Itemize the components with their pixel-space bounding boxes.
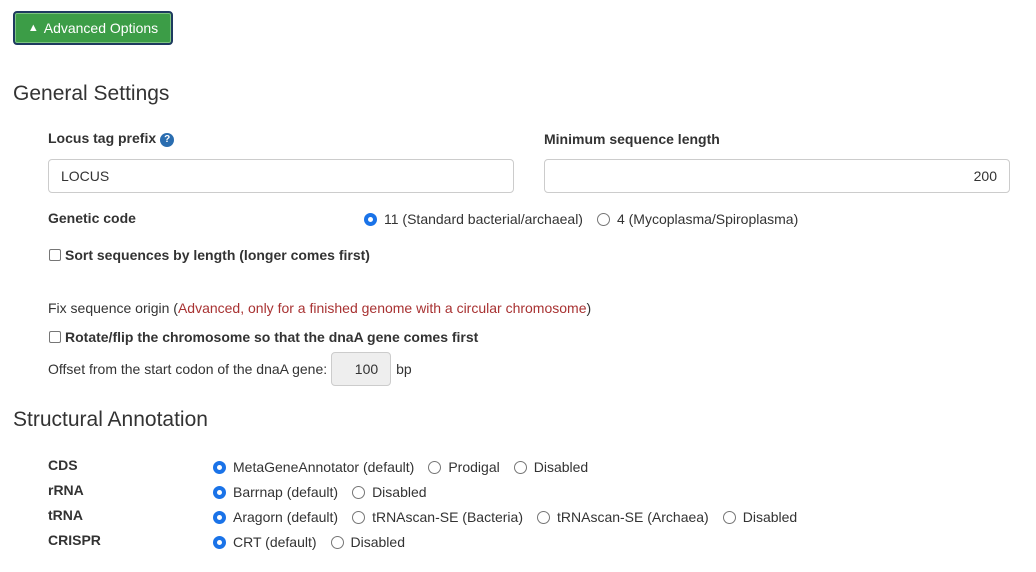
min-length-input[interactable] <box>544 159 1010 193</box>
cds-options: MetaGeneAnnotator (default) Prodigal Dis… <box>213 459 602 475</box>
radio-selected[interactable] <box>213 460 226 474</box>
genetic-code-label: Genetic code <box>48 210 136 226</box>
trna-option-trnascan-archaea-label: tRNAscan-SE (Archaea) <box>557 509 709 525</box>
genetic-code-options: 11 (Standard bacterial/archaeal) 4 (Myco… <box>364 211 812 227</box>
cds-option-prodigal-label: Prodigal <box>448 459 500 475</box>
trna-label: tRNA <box>48 507 83 523</box>
rotate-checkbox[interactable] <box>49 331 61 343</box>
locus-tag-label: Locus tag prefix <box>48 130 157 146</box>
rotate-row[interactable]: Rotate/flip the chromosome so that the d… <box>49 329 478 345</box>
rrna-option-barrnap-label: Barrnap (default) <box>233 484 339 500</box>
offset-row: Offset from the start codon of the dnaA … <box>48 352 412 386</box>
rrna-options: Barrnap (default) Disabled <box>213 484 441 500</box>
trna-option-trnascan-bacteria[interactable]: tRNAscan-SE (Bacteria) <box>352 509 523 525</box>
question-circle-icon[interactable]: ? <box>160 133 175 147</box>
rrna-option-disabled-label: Disabled <box>372 484 427 500</box>
genetic-code-option-4-label: 4 (Mycoplasma/Spiroplasma) <box>616 211 799 227</box>
rotate-label: Rotate/flip the chromosome so that the d… <box>65 329 479 345</box>
radio-unselected[interactable] <box>537 510 550 524</box>
trna-options: Aragorn (default) tRNAscan-SE (Bacteria)… <box>213 509 811 525</box>
locus-tag-input[interactable] <box>48 159 514 193</box>
radio-unselected[interactable] <box>513 460 527 474</box>
radio-unselected[interactable] <box>596 212 610 226</box>
trna-option-trnascan-bacteria-label: tRNAscan-SE (Bacteria) <box>372 509 523 525</box>
crispr-option-crt-label: CRT (default) <box>233 534 317 550</box>
radio-unselected[interactable] <box>352 485 366 499</box>
trna-option-aragorn[interactable]: Aragorn (default) <box>213 509 338 525</box>
radio-selected[interactable] <box>213 510 226 524</box>
locus-tag-label-group: Locus tag prefix? <box>48 130 175 147</box>
general-settings-heading: General Settings <box>13 82 170 105</box>
crispr-option-disabled-label: Disabled <box>350 534 405 550</box>
trna-option-disabled[interactable]: Disabled <box>722 509 798 525</box>
cds-option-metageneannotator[interactable]: MetaGeneAnnotator (default) <box>213 459 414 475</box>
fix-origin-heading: Fix sequence origin (Advanced, only for … <box>48 300 591 316</box>
cds-option-prodigal[interactable]: Prodigal <box>428 459 500 475</box>
sort-sequences-label: Sort sequences by length (longer comes f… <box>65 247 370 263</box>
fix-origin-label: Fix sequence origin ( <box>48 300 178 316</box>
genetic-code-option-11-label: 11 (Standard bacterial/archaeal) <box>384 211 583 227</box>
radio-unselected[interactable] <box>330 535 344 549</box>
cds-option-metageneannotator-label: MetaGeneAnnotator (default) <box>233 459 415 475</box>
radio-selected[interactable] <box>364 212 377 226</box>
crispr-option-crt[interactable]: CRT (default) <box>213 534 317 550</box>
rrna-option-disabled[interactable]: Disabled <box>352 484 427 500</box>
trna-option-aragorn-label: Aragorn (default) <box>233 509 339 525</box>
advanced-options-button[interactable]: ▲ Advanced Options <box>13 11 173 45</box>
fix-origin-close: ) <box>586 300 592 316</box>
crispr-option-disabled[interactable]: Disabled <box>330 534 405 550</box>
genetic-code-option-11[interactable]: 11 (Standard bacterial/archaeal) <box>364 211 583 227</box>
offset-unit: bp <box>396 361 412 377</box>
genetic-code-option-4[interactable]: 4 (Mycoplasma/Spiroplasma) <box>596 211 799 227</box>
sort-sequences-checkbox[interactable] <box>49 249 61 261</box>
radio-unselected[interactable] <box>428 460 442 474</box>
radio-selected[interactable] <box>213 485 226 499</box>
rrna-label: rRNA <box>48 482 84 498</box>
advanced-options-label: Advanced Options <box>43 20 159 36</box>
fix-origin-note: Advanced, only for a finished genome wit… <box>177 300 587 316</box>
cds-option-disabled[interactable]: Disabled <box>513 459 589 475</box>
trna-option-disabled-label: Disabled <box>742 509 798 525</box>
radio-selected[interactable] <box>213 535 226 549</box>
triangle-up-icon: ▲ <box>27 22 39 34</box>
min-length-label: Minimum sequence length <box>544 131 720 147</box>
rrna-option-barrnap[interactable]: Barrnap (default) <box>213 484 338 500</box>
radio-unselected[interactable] <box>352 510 366 524</box>
offset-label: Offset from the start codon of the dnaA … <box>48 361 328 377</box>
crispr-options: CRT (default) Disabled <box>213 534 419 550</box>
structural-annotation-heading: Structural Annotation <box>13 408 208 431</box>
sort-sequences-row[interactable]: Sort sequences by length (longer comes f… <box>49 247 370 263</box>
radio-unselected[interactable] <box>722 510 736 524</box>
crispr-label: CRISPR <box>48 532 101 548</box>
offset-input[interactable] <box>331 352 392 386</box>
cds-label: CDS <box>48 457 78 473</box>
trna-option-trnascan-archaea[interactable]: tRNAscan-SE (Archaea) <box>537 509 709 525</box>
cds-option-disabled-label: Disabled <box>533 459 589 475</box>
